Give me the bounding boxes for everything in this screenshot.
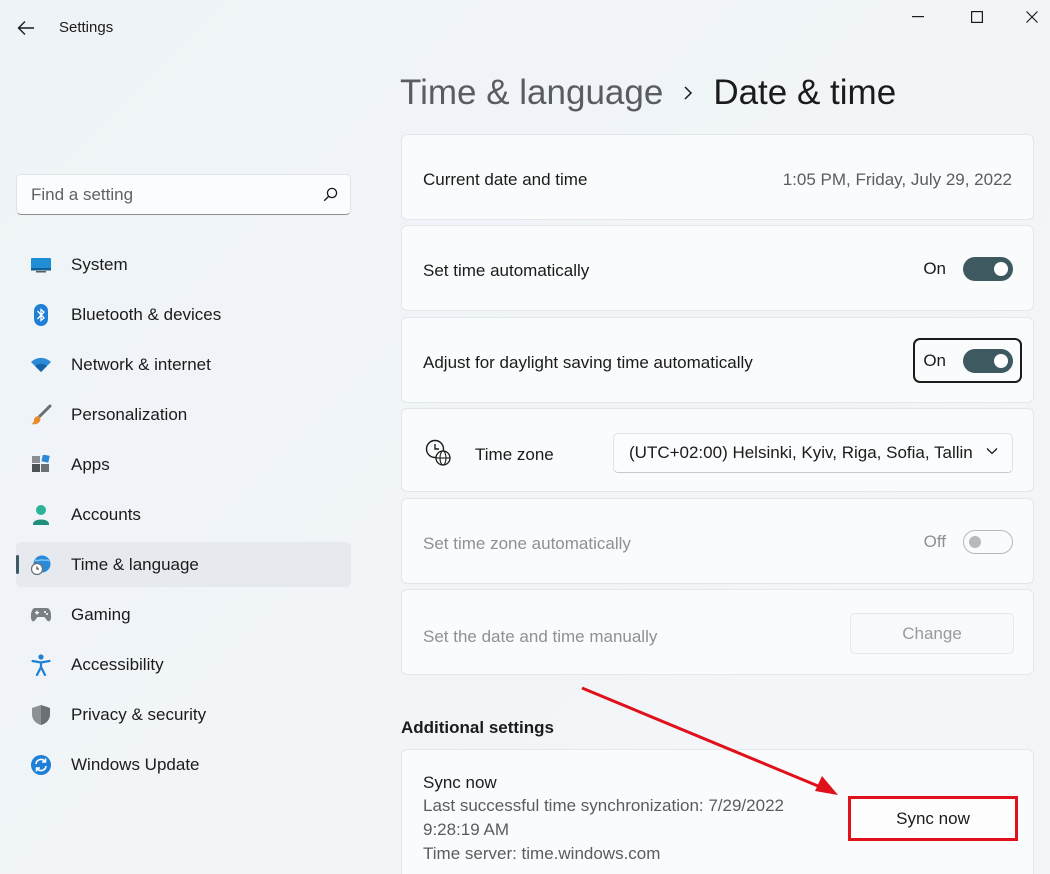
globe-clock-icon	[30, 554, 52, 576]
time-zone-selected-value: (UTC+02:00) Helsinki, Kyiv, Riga, Sofia,…	[629, 443, 973, 462]
sidebar-item-label: Windows Update	[71, 754, 200, 774]
additional-settings-title: Additional settings	[401, 718, 554, 737]
search-input[interactable]	[31, 184, 323, 205]
current-datetime-card: Current date and time 1:05 PM, Friday, J…	[401, 134, 1034, 220]
manual-datetime-label: Set the date and time manually	[423, 627, 658, 646]
apps-icon	[30, 454, 52, 476]
maximize-button[interactable]	[953, 4, 1001, 30]
time-zone-label: Time zone	[475, 445, 554, 464]
sidebar-item-label: Bluetooth & devices	[71, 304, 222, 324]
last-sync-line-1: Last successful time synchronization: 7/…	[423, 796, 784, 815]
shield-icon	[30, 704, 52, 726]
sync-now-button[interactable]: Sync now	[848, 796, 1018, 841]
system-icon	[30, 254, 52, 276]
globe-clock-icon	[425, 439, 451, 466]
sidebar-item-system[interactable]: System	[16, 242, 351, 287]
sidebar-item-label: Gaming	[71, 604, 131, 624]
brush-icon	[30, 404, 52, 426]
close-icon	[1026, 11, 1038, 23]
search-box[interactable]	[16, 174, 351, 215]
sidebar-item-label: Accessibility	[71, 654, 164, 674]
accessibility-icon	[30, 653, 52, 676]
current-datetime-label: Current date and time	[423, 170, 588, 189]
sidebar-item-time-language[interactable]: Time & language	[16, 542, 351, 587]
set-time-auto-toggle-group: On	[923, 257, 1013, 281]
chevron-down-icon	[986, 448, 998, 455]
set-time-auto-card: Set time automatically On	[401, 225, 1034, 311]
sidebar-item-label: Privacy & security	[71, 704, 207, 724]
time-zone-dropdown[interactable]: (UTC+02:00) Helsinki, Kyiv, Riga, Sofia,…	[613, 433, 1013, 473]
sync-card: Sync now Last successful time synchroniz…	[401, 749, 1034, 874]
sidebar-item-network[interactable]: Network & internet	[16, 342, 351, 387]
daylight-saving-label: Adjust for daylight saving time automati…	[423, 353, 753, 372]
update-icon	[30, 754, 52, 776]
set-time-auto-state: On	[923, 259, 946, 278]
set-tz-auto-toggle-group: Off	[924, 530, 1013, 554]
sidebar-item-label: Network & internet	[71, 354, 211, 374]
manual-datetime-card: Set the date and time manually Change	[401, 589, 1034, 675]
last-sync-line-2: 9:28:19 AM	[423, 820, 510, 839]
breadcrumb: Time & language Date & time	[400, 68, 896, 118]
sync-title: Sync now	[423, 773, 497, 792]
set-time-auto-label: Set time automatically	[423, 261, 590, 280]
gamepad-icon	[30, 604, 52, 626]
sidebar-item-personalization[interactable]: Personalization	[16, 392, 351, 437]
sidebar-item-label: Accounts	[71, 504, 141, 524]
time-zone-card: Time zone (UTC+02:00) Helsinki, Kyiv, Ri…	[401, 408, 1034, 492]
focus-ring	[913, 338, 1022, 383]
minimize-icon	[912, 16, 924, 18]
title-bar: Settings	[0, 0, 1050, 56]
sidebar-item-bluetooth[interactable]: Bluetooth & devices	[16, 292, 351, 337]
sidebar-item-accounts[interactable]: Accounts	[16, 492, 351, 537]
page-title: Date & time	[713, 73, 897, 112]
person-icon	[30, 504, 52, 526]
app-title: Settings	[59, 19, 114, 36]
set-tz-auto-toggle[interactable]	[963, 530, 1013, 554]
sidebar-item-label: Apps	[71, 454, 110, 474]
sidebar-item-windows-update[interactable]: Windows Update	[16, 742, 351, 787]
sidebar-item-accessibility[interactable]: Accessibility	[16, 642, 351, 687]
sidebar-item-apps[interactable]: Apps	[16, 442, 351, 487]
close-button[interactable]	[1010, 4, 1050, 30]
sidebar-item-label: System	[71, 254, 128, 274]
set-time-auto-toggle[interactable]	[963, 257, 1013, 281]
time-server-text: Time server: time.windows.com	[423, 844, 661, 863]
search-icon	[323, 187, 338, 202]
minimize-button[interactable]	[894, 4, 942, 30]
bluetooth-icon	[30, 303, 52, 326]
set-tz-auto-state: Off	[923, 532, 946, 551]
sidebar-item-privacy[interactable]: Privacy & security	[16, 692, 351, 737]
sidebar-nav: System Bluetooth & devices Network & int…	[16, 242, 351, 792]
current-datetime-value: 1:05 PM, Friday, July 29, 2022	[782, 170, 1012, 189]
change-button[interactable]: Change	[850, 613, 1014, 654]
sidebar-item-label: Time & language	[71, 554, 199, 574]
back-button[interactable]	[12, 14, 40, 42]
set-tz-auto-card: Set time zone automatically Off	[401, 498, 1034, 584]
sidebar-item-label: Personalization	[71, 404, 188, 424]
back-arrow-icon	[17, 21, 34, 35]
breadcrumb-separator-icon	[683, 85, 693, 101]
sidebar-item-gaming[interactable]: Gaming	[16, 592, 351, 637]
maximize-icon	[971, 11, 983, 23]
set-tz-auto-label: Set time zone automatically	[423, 534, 631, 553]
breadcrumb-parent[interactable]: Time & language	[400, 73, 663, 113]
wifi-icon	[30, 354, 52, 376]
